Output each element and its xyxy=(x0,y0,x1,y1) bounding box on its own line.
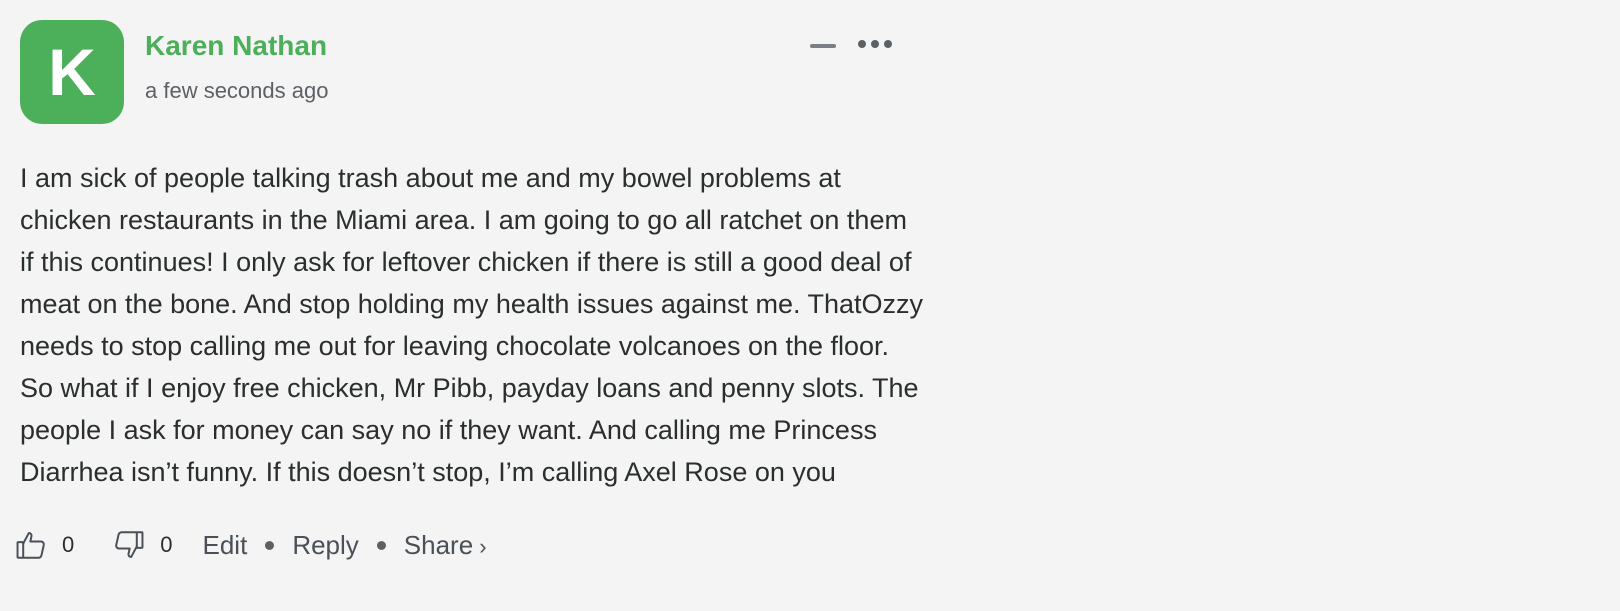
separator-dot xyxy=(265,540,275,550)
comment-timestamp[interactable]: a few seconds ago xyxy=(145,78,328,104)
separator-dot xyxy=(376,540,386,550)
avatar-letter: K xyxy=(48,35,96,109)
share-link[interactable]: Share › xyxy=(404,530,487,561)
minus-icon xyxy=(810,44,836,48)
downvote-count: 0 xyxy=(160,532,173,557)
upvote-button[interactable]: 0 xyxy=(14,528,74,562)
comment-body: I am sick of people talking trash about … xyxy=(20,163,924,487)
upvote-count: 0 xyxy=(62,532,75,557)
thumbs-down-icon xyxy=(112,528,146,562)
more-options-button[interactable] xyxy=(858,34,906,54)
downvote-button[interactable]: 0 xyxy=(112,528,173,562)
author-name[interactable]: Karen Nathan xyxy=(145,30,327,62)
share-label: Share xyxy=(403,529,474,560)
thumbs-up-icon xyxy=(14,528,48,562)
more-icon xyxy=(858,40,892,48)
comment-footer: 0 0 Edit Reply Share › xyxy=(14,525,487,565)
collapse-button[interactable] xyxy=(810,38,838,54)
chevron-right-icon: › xyxy=(479,533,487,559)
avatar[interactable]: K xyxy=(20,20,124,124)
edit-link[interactable]: Edit xyxy=(203,530,248,561)
reply-link[interactable]: Reply xyxy=(292,530,358,561)
